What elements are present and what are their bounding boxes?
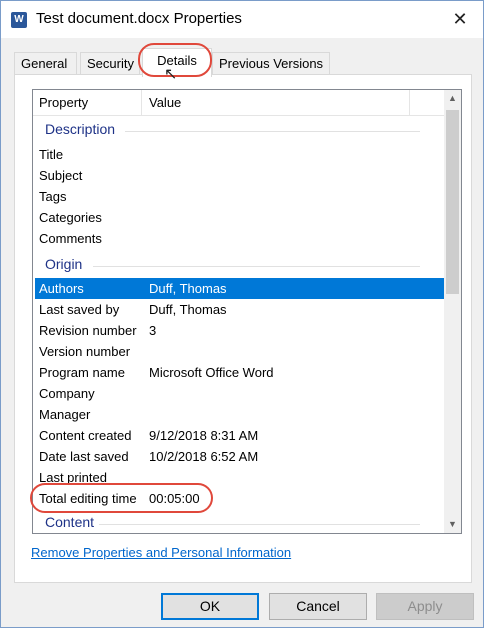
property-name: Authors — [39, 281, 84, 296]
property-value: 9/12/2018 8:31 AM — [149, 428, 259, 443]
property-name: Total editing time — [39, 491, 137, 506]
close-button[interactable]: ✕ — [445, 5, 475, 33]
group-header-origin: Origin — [45, 256, 83, 272]
property-value: 3 — [149, 323, 157, 338]
property-name: Version number — [39, 344, 131, 359]
mouse-cursor-icon: ↖ — [164, 66, 178, 83]
property-name: Comments — [39, 231, 102, 246]
title-bar: W Test document.docx Properties ✕ — [1, 1, 483, 38]
property-name: Content created — [39, 428, 132, 443]
group-divider — [93, 266, 420, 267]
list-item[interactable]: Date last saved 10/2/2018 6:52 AM — [35, 446, 444, 467]
vertical-scrollbar[interactable]: ▲ ▼ — [444, 90, 461, 533]
property-name: Tags — [39, 189, 67, 204]
tab-previous-versions[interactable]: Previous Versions — [212, 52, 330, 76]
list-item[interactable]: Tags — [35, 186, 444, 207]
column-header-value[interactable]: Value — [149, 95, 181, 110]
property-name: Program name — [39, 365, 125, 380]
column-header-property[interactable]: Property — [39, 95, 88, 110]
properties-list[interactable]: Property Value Description Title Subject… — [32, 89, 462, 534]
ok-button[interactable]: OK — [161, 593, 259, 620]
group-header-content: Content — [45, 514, 95, 530]
list-item[interactable]: Content created 9/12/2018 8:31 AM — [35, 425, 444, 446]
list-item[interactable]: Manager — [35, 404, 444, 425]
scroll-down-icon[interactable]: ▼ — [444, 516, 461, 533]
list-item[interactable]: Last saved by Duff, Thomas — [35, 299, 444, 320]
list-item[interactable]: Title — [35, 144, 444, 165]
list-item[interactable]: Total editing time 00:05:00 — [35, 488, 444, 509]
property-name: Date last saved — [39, 449, 129, 464]
list-item[interactable]: Authors Duff, Thomas — [35, 278, 444, 299]
property-value: 00:05:00 — [149, 491, 200, 506]
property-name: Company — [39, 386, 95, 401]
list-header: Property Value — [33, 90, 444, 116]
remove-properties-link[interactable]: Remove Properties and Personal Informati… — [31, 545, 291, 560]
group-header-description: Description — [45, 121, 116, 137]
property-value: Duff, Thomas — [149, 302, 227, 317]
property-value: Microsoft Office Word — [149, 365, 274, 380]
apply-button[interactable]: Apply — [376, 593, 474, 620]
window-title: Test document.docx Properties — [36, 10, 242, 27]
property-value: 10/2/2018 6:52 AM — [149, 449, 259, 464]
list-item[interactable]: Last printed — [35, 467, 444, 488]
list-item[interactable]: Version number — [35, 341, 444, 362]
group-divider — [125, 131, 420, 132]
scroll-thumb[interactable] — [446, 110, 459, 294]
property-name: Last saved by — [39, 302, 120, 317]
list-item[interactable]: Subject — [35, 165, 444, 186]
column-divider[interactable] — [409, 90, 410, 116]
property-name: Categories — [39, 210, 102, 225]
property-name: Title — [39, 147, 64, 162]
list-item[interactable]: Program name Microsoft Office Word — [35, 362, 444, 383]
property-name: Revision number — [39, 323, 137, 338]
property-value: Duff, Thomas — [149, 281, 227, 296]
tab-general[interactable]: General — [14, 52, 77, 76]
details-panel: Property Value Description Title Subject… — [14, 74, 472, 583]
properties-dialog: W Test document.docx Properties ✕ Genera… — [0, 0, 484, 628]
word-document-icon: W — [11, 12, 27, 28]
group-divider — [99, 524, 420, 525]
scroll-up-icon[interactable]: ▲ — [444, 90, 461, 107]
cancel-button[interactable]: Cancel — [269, 593, 367, 620]
property-name: Manager — [39, 407, 91, 422]
tab-security[interactable]: Security — [80, 52, 140, 76]
property-name: Last printed — [39, 470, 107, 485]
list-item[interactable]: Revision number 3 — [35, 320, 444, 341]
list-item[interactable]: Categories — [35, 207, 444, 228]
list-item[interactable]: Company — [35, 383, 444, 404]
list-item[interactable]: Comments — [35, 228, 444, 249]
column-divider[interactable] — [141, 90, 142, 116]
property-name: Subject — [39, 168, 83, 183]
